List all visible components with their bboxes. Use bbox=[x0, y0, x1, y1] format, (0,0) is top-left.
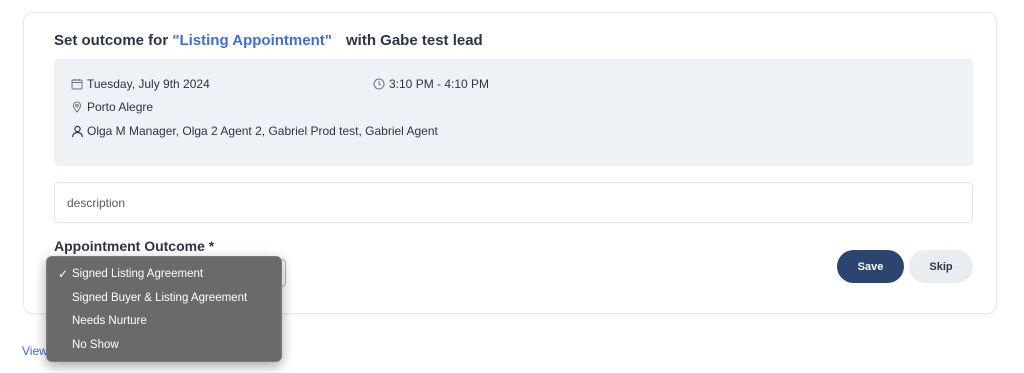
outcome-option-needs-nurture[interactable]: Needs Nurture bbox=[47, 310, 281, 334]
outcome-option-signed-listing[interactable]: ✓ Signed Listing Agreement bbox=[47, 263, 281, 287]
page-title: Set outcome for "Listing Appointment" wi… bbox=[54, 32, 483, 49]
appointment-outcome-dropdown: ✓ Signed Listing Agreement Signed Buyer … bbox=[46, 256, 282, 362]
calendar-icon bbox=[70, 77, 84, 91]
option-label: Signed Buyer & Listing Agreement bbox=[72, 291, 248, 304]
appointment-date: Tuesday, July 9th 2024 bbox=[87, 77, 210, 91]
save-button[interactable]: Save bbox=[837, 250, 904, 283]
map-pin-icon bbox=[70, 100, 84, 114]
appointment-location: Porto Alegre bbox=[87, 100, 154, 114]
title-suffix: with Gabe test lead bbox=[346, 32, 483, 49]
checkmark-icon: ✓ bbox=[58, 267, 69, 281]
appointment-outcome-label: Appointment Outcome * bbox=[54, 238, 215, 254]
skip-button[interactable]: Skip bbox=[909, 250, 973, 283]
location-row: Porto Alegre bbox=[70, 100, 153, 114]
user-icon bbox=[70, 124, 84, 138]
outcome-option-signed-buyer-listing[interactable]: Signed Buyer & Listing Agreement bbox=[47, 287, 281, 311]
option-label: Needs Nurture bbox=[72, 315, 147, 327]
view-link[interactable]: View bbox=[22, 344, 48, 358]
title-prefix: Set outcome for bbox=[54, 32, 169, 49]
outcome-option-no-show[interactable]: No Show bbox=[47, 334, 281, 358]
option-label: No Show bbox=[72, 338, 119, 351]
date-row: Tuesday, July 9th 2024 bbox=[70, 77, 210, 91]
appointment-time: 3:10 PM - 4:10 PM bbox=[389, 77, 490, 91]
description-input[interactable] bbox=[54, 182, 973, 223]
appointment-name: "Listing Appointment" bbox=[172, 32, 332, 49]
appointment-details-panel: Tuesday, July 9th 2024 3:10 PM - 4:10 PM… bbox=[54, 59, 973, 166]
attendees-row: Olga M Manager, Olga 2 Agent 2, Gabriel … bbox=[70, 124, 438, 138]
clock-icon bbox=[372, 77, 386, 91]
appointment-attendees: Olga M Manager, Olga 2 Agent 2, Gabriel … bbox=[87, 124, 438, 138]
option-label: Signed Listing Agreement bbox=[72, 268, 204, 280]
time-row: 3:10 PM - 4:10 PM bbox=[372, 77, 489, 91]
